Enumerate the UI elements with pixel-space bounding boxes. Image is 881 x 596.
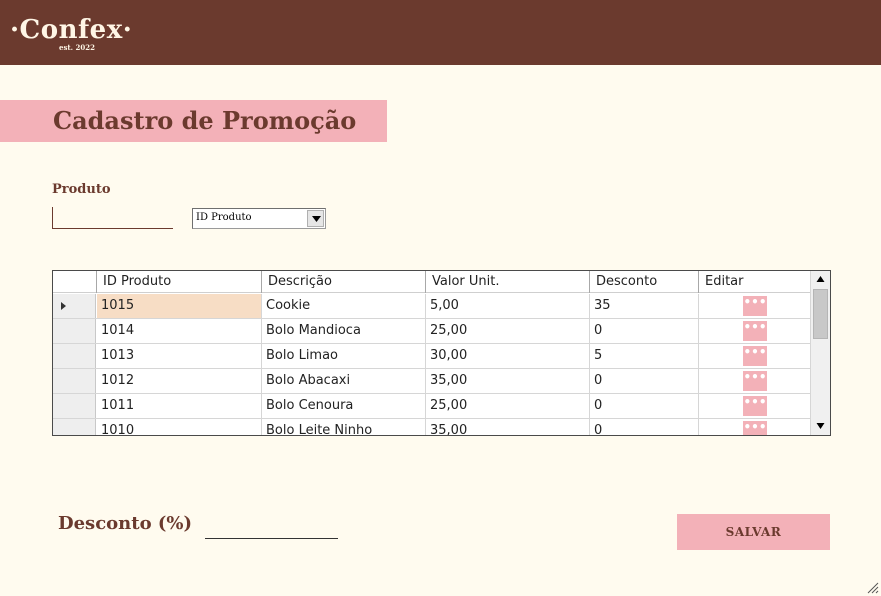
produto-filter-select[interactable]: ID Produto — [192, 208, 326, 229]
edit-button[interactable]: ••• — [743, 421, 767, 435]
row-header[interactable] — [53, 419, 96, 435]
column-header-desconto[interactable]: Desconto — [590, 271, 699, 293]
grid-header: ID Produto Descrição Valor Unit. Descont… — [53, 271, 810, 293]
dropdown-button[interactable] — [307, 210, 324, 227]
cell-descricao[interactable]: Cookie — [262, 294, 426, 318]
cell-valor[interactable]: 30,00 — [426, 344, 590, 368]
resize-grip-icon[interactable] — [865, 580, 879, 594]
produto-input[interactable] — [52, 207, 173, 229]
row-header-corner — [53, 271, 97, 293]
top-bar: ·Confex· est. 2022 — [0, 0, 881, 65]
cell-descricao[interactable]: Bolo Limao — [262, 344, 426, 368]
cell-descricao[interactable]: Bolo Cenoura — [262, 394, 426, 418]
brand-tagline: est. 2022 — [59, 43, 95, 52]
cell-id[interactable]: 1015 — [97, 294, 262, 318]
row-header[interactable] — [53, 369, 96, 393]
scrollbar-thumb[interactable] — [813, 289, 828, 339]
row-header[interactable] — [53, 394, 96, 418]
cell-id[interactable]: 1014 — [97, 319, 262, 343]
cell-desconto[interactable]: 0 — [590, 319, 699, 343]
cell-desconto[interactable]: 35 — [590, 294, 699, 318]
cell-valor[interactable]: 25,00 — [426, 319, 590, 343]
cell-valor[interactable]: 35,00 — [426, 419, 590, 435]
cell-id[interactable]: 1012 — [97, 369, 262, 393]
desconto-input[interactable] — [205, 517, 338, 539]
scroll-down-icon — [816, 423, 825, 429]
cell-valor[interactable]: 5,00 — [426, 294, 590, 318]
row-header[interactable] — [53, 294, 96, 318]
table-row[interactable]: 1014 Bolo Mandioca 25,00 0 ••• — [53, 319, 810, 344]
row-pointer-icon — [61, 302, 66, 310]
produto-label: Produto — [52, 182, 111, 197]
cell-desconto[interactable]: 0 — [590, 394, 699, 418]
cell-descricao[interactable]: Bolo Abacaxi — [262, 369, 426, 393]
save-button[interactable]: SALVAR — [677, 514, 830, 550]
cell-descricao[interactable]: Bolo Mandioca — [262, 319, 426, 343]
table-row[interactable]: 1012 Bolo Abacaxi 35,00 0 ••• — [53, 369, 810, 394]
edit-button[interactable]: ••• — [743, 371, 767, 391]
cell-valor[interactable]: 25,00 — [426, 394, 590, 418]
produto-filter-value: ID Produto — [196, 212, 252, 223]
table-row[interactable]: 1010 Bolo Leite Ninho 35,00 0 ••• — [53, 419, 810, 435]
cell-desconto[interactable]: 0 — [590, 419, 699, 435]
row-header[interactable] — [53, 319, 96, 343]
scroll-up-button[interactable] — [812, 271, 829, 288]
scroll-up-icon — [816, 276, 825, 282]
column-header-id[interactable]: ID Produto — [97, 271, 262, 293]
edit-button[interactable]: ••• — [743, 296, 767, 316]
cell-id[interactable]: 1011 — [97, 394, 262, 418]
scroll-down-button[interactable] — [812, 417, 829, 434]
cell-descricao[interactable]: Bolo Leite Ninho — [262, 419, 426, 435]
desconto-label: Desconto (%) — [58, 513, 192, 534]
edit-button[interactable]: ••• — [743, 396, 767, 416]
produtos-grid[interactable]: ID Produto Descrição Valor Unit. Descont… — [52, 270, 831, 436]
column-header-descricao[interactable]: Descrição — [262, 271, 426, 293]
column-header-valor[interactable]: Valor Unit. — [426, 271, 590, 293]
page-title: Cadastro de Promoção — [53, 106, 357, 135]
vertical-scrollbar[interactable] — [810, 271, 830, 435]
edit-button[interactable]: ••• — [743, 321, 767, 341]
table-row[interactable]: 1011 Bolo Cenoura 25,00 0 ••• — [53, 394, 810, 419]
row-header[interactable] — [53, 344, 96, 368]
cell-id[interactable]: 1013 — [97, 344, 262, 368]
column-header-editar[interactable]: Editar — [699, 271, 810, 293]
chevron-down-icon — [312, 216, 321, 222]
cell-id[interactable]: 1010 — [97, 419, 262, 435]
edit-button[interactable]: ••• — [743, 346, 767, 366]
cell-desconto[interactable]: 5 — [590, 344, 699, 368]
table-row[interactable]: 1013 Bolo Limao 30,00 5 ••• — [53, 344, 810, 369]
table-row[interactable]: 1015 Cookie 5,00 35 ••• — [53, 294, 810, 319]
brand-logo: ·Confex· — [10, 15, 133, 45]
cell-valor[interactable]: 35,00 — [426, 369, 590, 393]
cell-desconto[interactable]: 0 — [590, 369, 699, 393]
